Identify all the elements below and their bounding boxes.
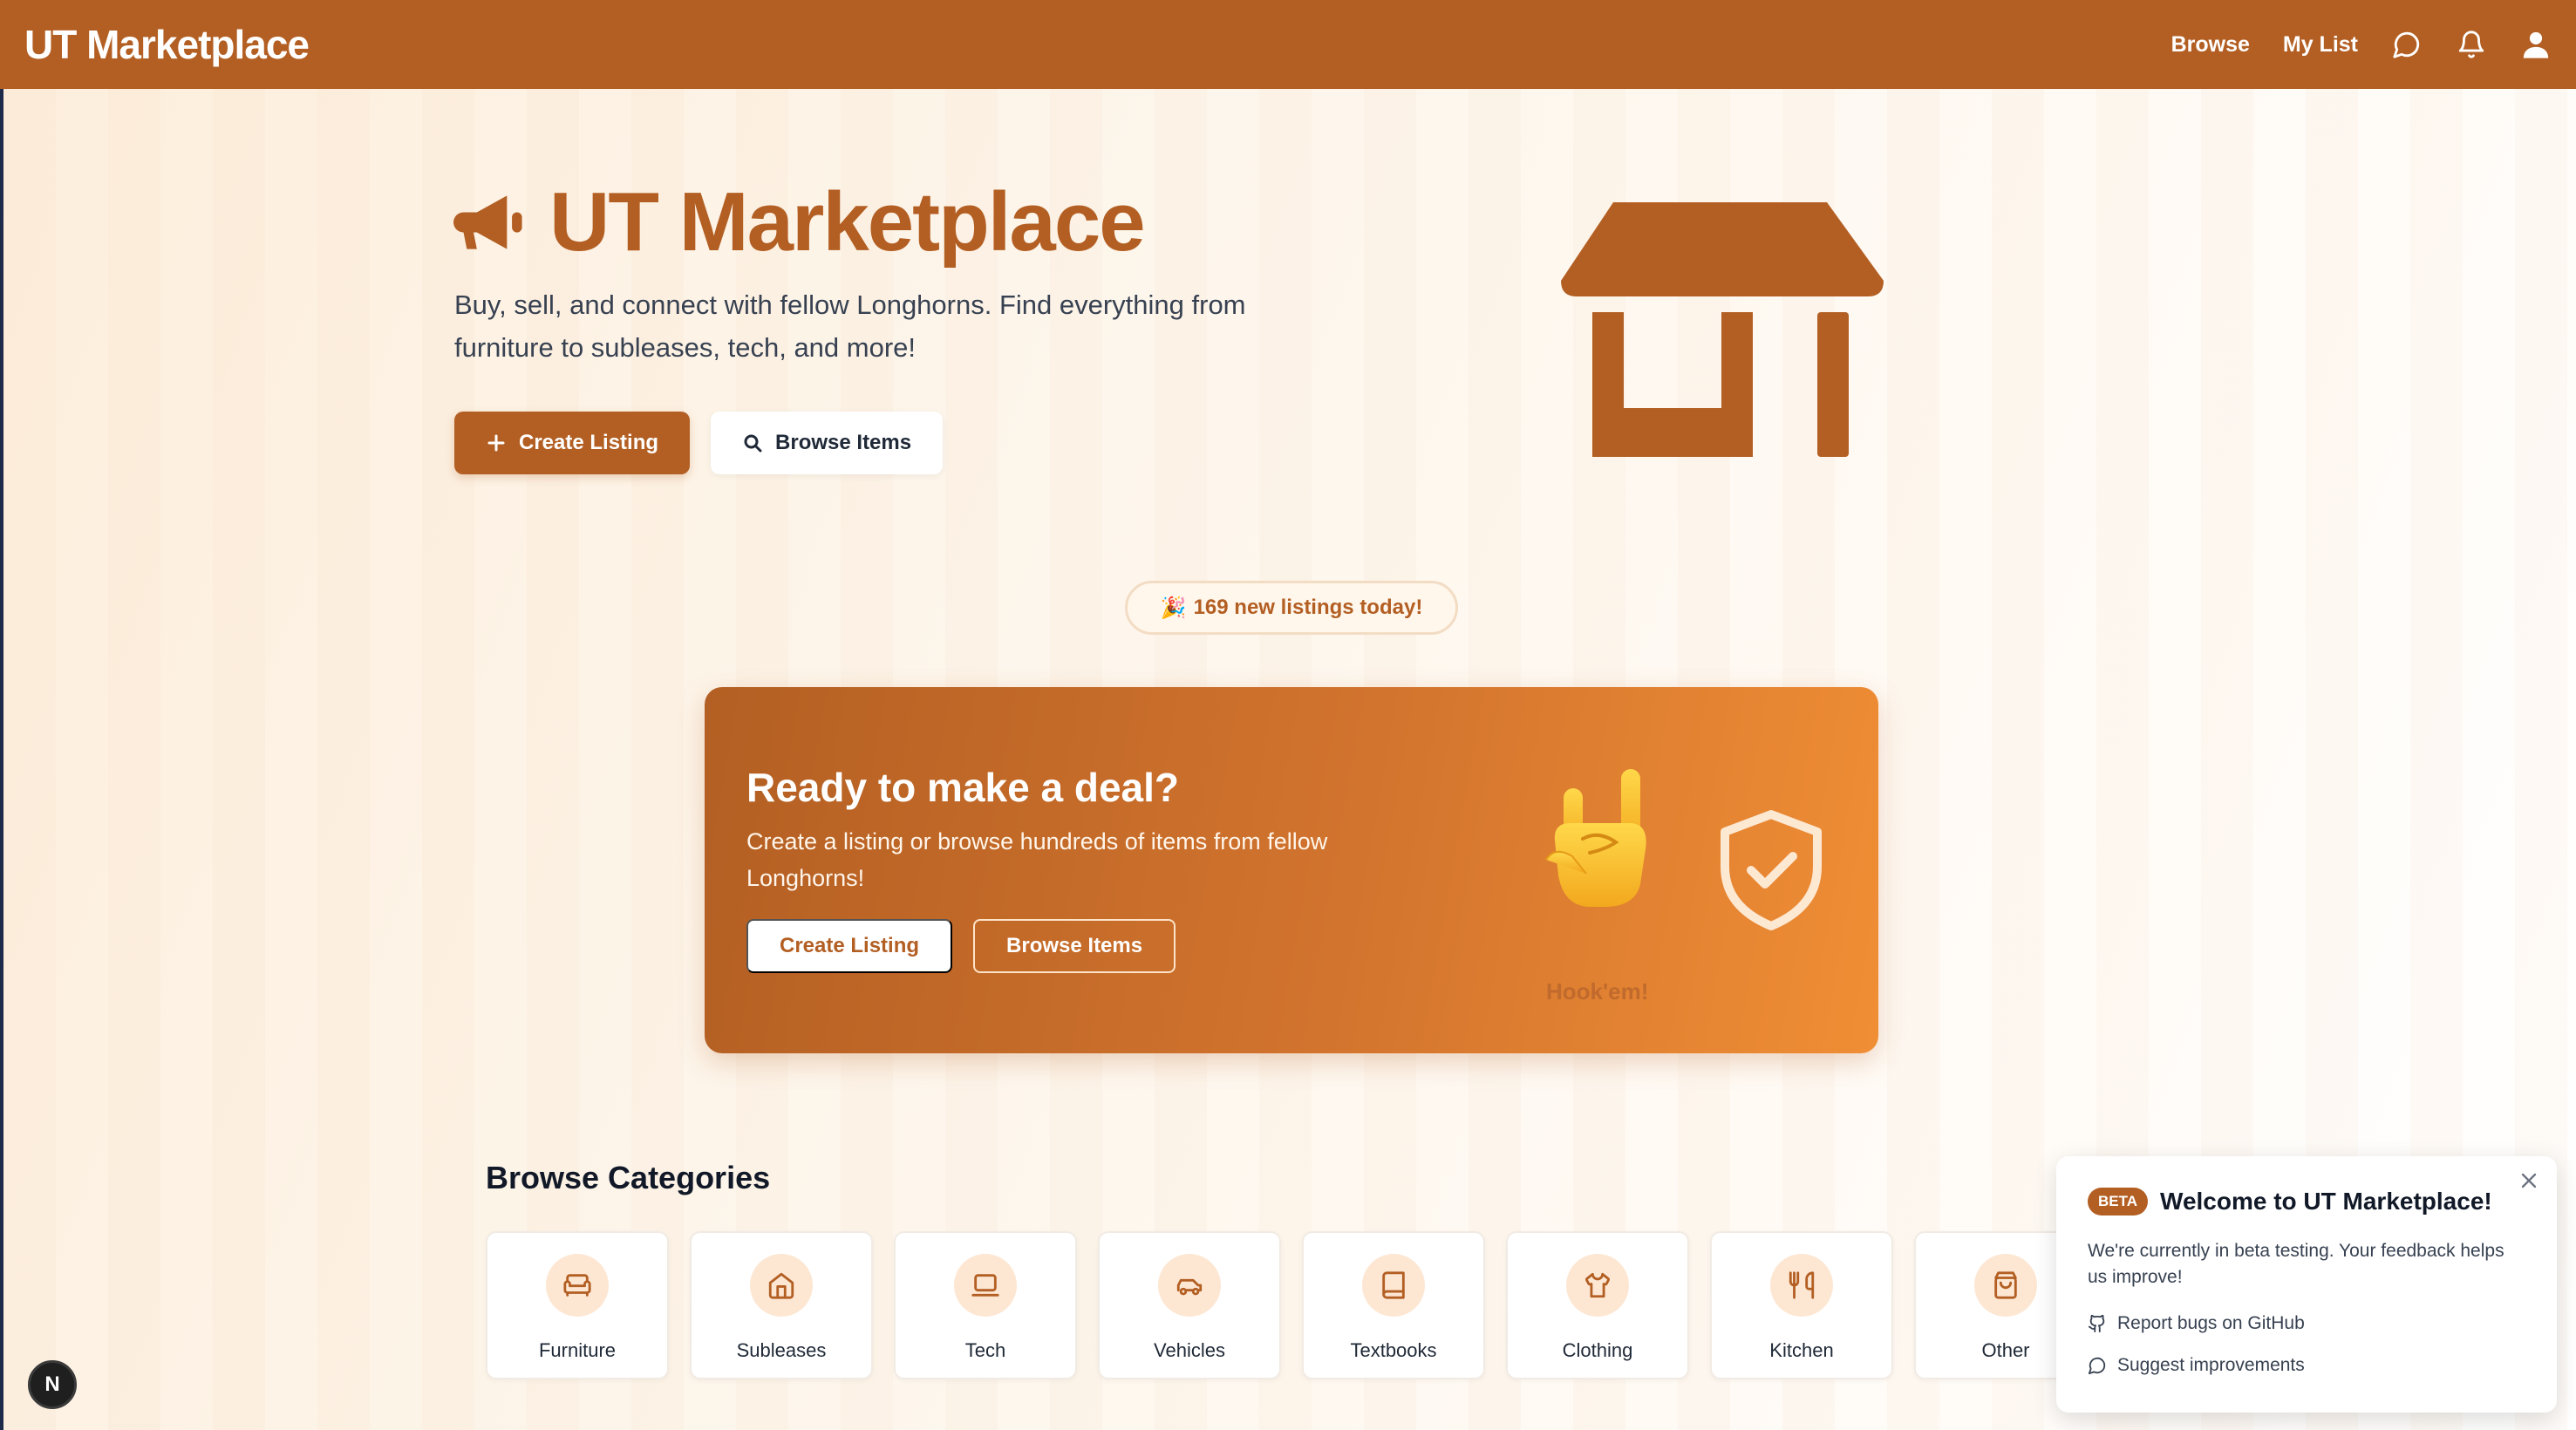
category-kitchen[interactable]: Kitchen	[1710, 1231, 1893, 1379]
megaphone-icon	[453, 195, 522, 249]
dev-tools-badge[interactable]: N	[28, 1360, 77, 1409]
user-icon[interactable]	[2520, 29, 2552, 60]
category-furniture[interactable]: Furniture	[486, 1231, 669, 1379]
laptop-icon	[971, 1274, 999, 1297]
category-icon-circle	[954, 1254, 1017, 1317]
deal-card: Ready to make a deal? Create a listing o…	[705, 687, 1878, 1053]
deal-create-listing-button[interactable]: Create Listing	[746, 919, 953, 973]
create-listing-label: Create Listing	[519, 431, 659, 454]
category-icon-circle	[1158, 1254, 1221, 1317]
shirt-icon	[1584, 1272, 1611, 1298]
category-label: Tech	[964, 1339, 1006, 1361]
categories-heading: Browse Categories	[486, 1160, 771, 1195]
nav-link-browse[interactable]: Browse	[2171, 32, 2250, 58]
category-label: Vehicles	[1154, 1339, 1225, 1361]
hero-subtitle: Buy, sell, and connect with fellow Longh…	[454, 289, 1246, 363]
category-label: Furniture	[538, 1339, 617, 1361]
category-clothing[interactable]: Clothing	[1506, 1231, 1689, 1379]
hero-title: UT Marketplace	[453, 174, 1146, 270]
beta-badge: BETA	[2088, 1188, 2149, 1216]
shield-check-icon	[1721, 810, 1822, 930]
report-bugs-label: Report bugs on GitHub	[2117, 1313, 2305, 1333]
brand-logo[interactable]: UT Marketplace	[24, 21, 310, 68]
house-icon	[768, 1272, 794, 1299]
category-icon-circle	[546, 1254, 609, 1317]
create-listing-button[interactable]: Create Listing	[454, 412, 691, 474]
deal-browse-items-button[interactable]: Browse Items	[973, 919, 1176, 973]
plus-icon	[487, 434, 505, 452]
browse-items-label: Browse Items	[775, 431, 912, 454]
ut-store-logo	[1561, 202, 1884, 457]
category-label: Kitchen	[1769, 1339, 1834, 1361]
category-list: Furniture Subleases Tech Vehicles Textbo…	[486, 1231, 2097, 1379]
close-icon[interactable]	[2517, 1168, 2541, 1193]
beta-header: BETA Welcome to UT Marketplace!	[2088, 1188, 2492, 1216]
github-icon	[2088, 1314, 2105, 1333]
category-icon-circle	[750, 1254, 813, 1317]
car-icon	[1176, 1278, 1203, 1296]
browse-items-button[interactable]: Browse Items	[711, 412, 944, 474]
nav-right: Browse My List	[2171, 29, 2552, 60]
category-label: Textbooks	[1350, 1339, 1437, 1361]
beta-welcome-popup: BETA Welcome to UT Marketplace! We're cu…	[2056, 1156, 2557, 1413]
beta-title: Welcome to UT Marketplace!	[2160, 1188, 2492, 1215]
sofa-icon	[563, 1274, 591, 1297]
beta-text: We're currently in beta testing. Your fe…	[2088, 1241, 2504, 1287]
category-textbooks[interactable]: Textbooks	[1302, 1231, 1485, 1379]
category-vehicles[interactable]: Vehicles	[1098, 1231, 1281, 1379]
party-icon: 🎉	[1160, 596, 1187, 620]
suggest-improvements-link[interactable]: Suggest improvements	[2088, 1355, 2305, 1376]
horns-hand-icon	[1545, 769, 1646, 907]
report-bugs-link[interactable]: Report bugs on GitHub	[2088, 1313, 2305, 1334]
category-tech[interactable]: Tech	[894, 1231, 1077, 1379]
category-label: Other	[1981, 1339, 2030, 1361]
category-subleases[interactable]: Subleases	[690, 1231, 873, 1379]
top-nav: UT Marketplace Browse My List	[0, 0, 2576, 89]
deal-title: Ready to make a deal?	[746, 765, 1179, 810]
chat-icon[interactable]	[2391, 29, 2423, 60]
new-listings-text: 169 new listings today!	[1193, 596, 1423, 619]
bell-icon[interactable]	[2456, 29, 2487, 60]
category-icon-circle	[1362, 1254, 1425, 1317]
hero-buttons: Create Listing Browse Items	[454, 412, 944, 474]
deal-buttons: Create Listing Browse Items	[746, 919, 1176, 973]
nav-link-my-list[interactable]: My List	[2283, 32, 2358, 58]
category-label: Clothing	[1562, 1339, 1633, 1361]
new-listings-badge: 🎉 169 new listings today!	[1125, 581, 1458, 635]
utensils-icon	[1789, 1271, 1815, 1299]
search-icon	[744, 434, 762, 453]
category-icon-circle	[1566, 1254, 1629, 1317]
category-icon-circle	[1770, 1254, 1833, 1317]
message-circle-icon	[2088, 1357, 2106, 1375]
suggest-improvements-label: Suggest improvements	[2117, 1355, 2305, 1375]
book-icon	[1382, 1271, 1405, 1299]
category-label: Subleases	[736, 1339, 827, 1361]
deal-text: Create a listing or browse hundreds of i…	[746, 828, 1328, 891]
hero-title-text: UT Marketplace	[549, 175, 1146, 269]
bag-icon	[1994, 1271, 2017, 1299]
hookem-text: Hook'em!	[1546, 978, 1649, 1004]
category-icon-circle	[1974, 1254, 2037, 1317]
